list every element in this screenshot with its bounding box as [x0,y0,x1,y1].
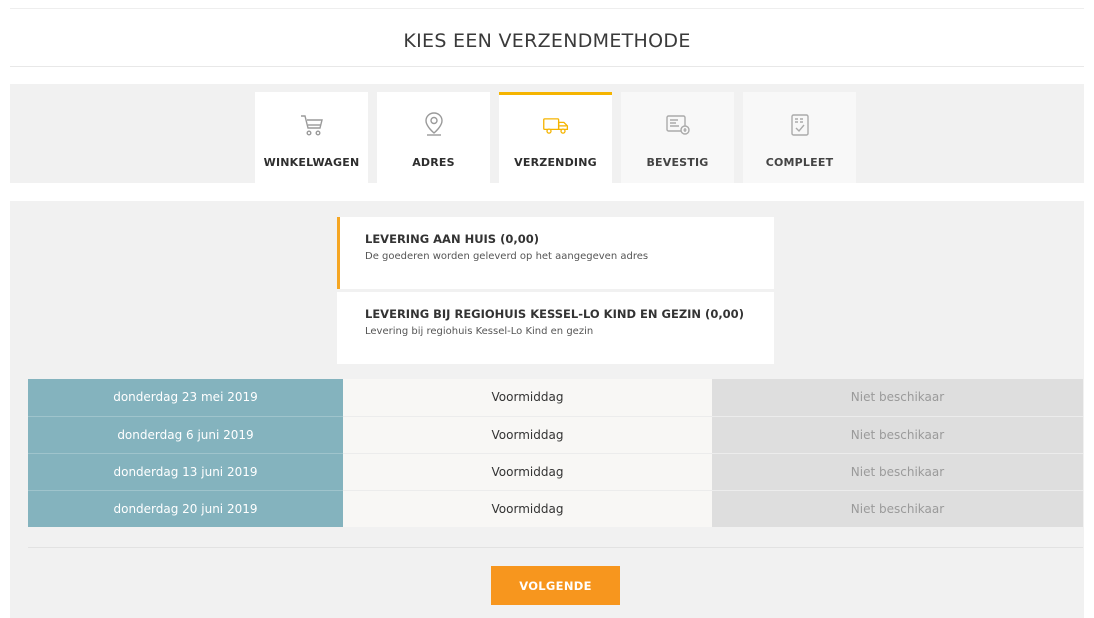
slot-date: donderdag 6 juni 2019 [28,415,343,453]
table-row: donderdag 20 juni 2019 Voormiddag Niet b… [28,489,1083,527]
step-label: WINKELWAGEN [263,156,360,169]
step-label: COMPLEET [765,156,834,169]
table-row: donderdag 23 mei 2019 Voormiddag Niet be… [28,379,1083,416]
slot-status: Niet beschikaar [712,379,1083,416]
slot-time-option[interactable]: Voormiddag [343,415,712,453]
table-row: donderdag 13 juni 2019 Voormiddag Niet b… [28,452,1083,490]
slot-time-option[interactable]: Voormiddag [343,379,712,416]
location-pin-icon [420,111,448,139]
title-divider [10,66,1084,67]
slot-status: Niet beschikaar [712,415,1083,453]
table-row: donderdag 6 juni 2019 Voormiddag Niet be… [28,415,1083,453]
bottom-divider [28,547,1083,548]
slot-date: donderdag 20 juni 2019 [28,489,343,527]
checkout-page: KIES EEN VERZENDMETHODE WINKELWAGEN ADRE… [0,0,1094,618]
step-verzending[interactable]: VERZENDING [499,92,612,183]
shipping-option-regiohuis[interactable]: LEVERING BIJ REGIOHUIS KESSEL-LO KIND EN… [337,292,774,364]
slot-date: donderdag 13 juni 2019 [28,452,343,490]
step-winkelwagen[interactable]: WINKELWAGEN [255,92,368,183]
slot-time-option[interactable]: Voormiddag [343,489,712,527]
step-label: VERZENDING [514,156,597,169]
delivery-slots-table: donderdag 23 mei 2019 Voormiddag Niet be… [28,379,1083,527]
step-bevestig[interactable]: BEVESTIG [621,92,734,183]
shipping-options: LEVERING AAN HUIS (0,00) De goederen wor… [337,217,774,367]
checkout-steps: WINKELWAGEN ADRES VERZENDING BEVESTIG CO… [255,92,856,183]
option-title: LEVERING AAN HUIS (0,00) [365,232,539,246]
slot-status: Niet beschikaar [712,452,1083,490]
page-title: KIES EEN VERZENDMETHODE [403,30,691,52]
slot-status: Niet beschikaar [712,489,1083,527]
next-button[interactable]: VOLGENDE [491,566,620,605]
step-label: ADRES [412,156,455,169]
step-compleet[interactable]: COMPLEET [743,92,856,183]
step-label: BEVESTIG [646,156,709,169]
top-divider [10,8,1084,9]
shipping-option-home[interactable]: LEVERING AAN HUIS (0,00) De goederen wor… [337,217,774,289]
slot-date: donderdag 23 mei 2019 [28,379,343,416]
slot-time-option[interactable]: Voormiddag [343,452,712,490]
payment-card-icon [664,111,692,139]
truck-icon [542,111,570,139]
option-description: De goederen worden geleverd op het aange… [365,251,649,262]
option-description: Levering bij regiohuis Kessel-Lo Kind en… [365,326,594,337]
cart-icon [298,111,326,139]
checklist-icon [786,111,814,139]
option-title: LEVERING BIJ REGIOHUIS KESSEL-LO KIND EN… [365,307,744,321]
step-adres[interactable]: ADRES [377,92,490,183]
